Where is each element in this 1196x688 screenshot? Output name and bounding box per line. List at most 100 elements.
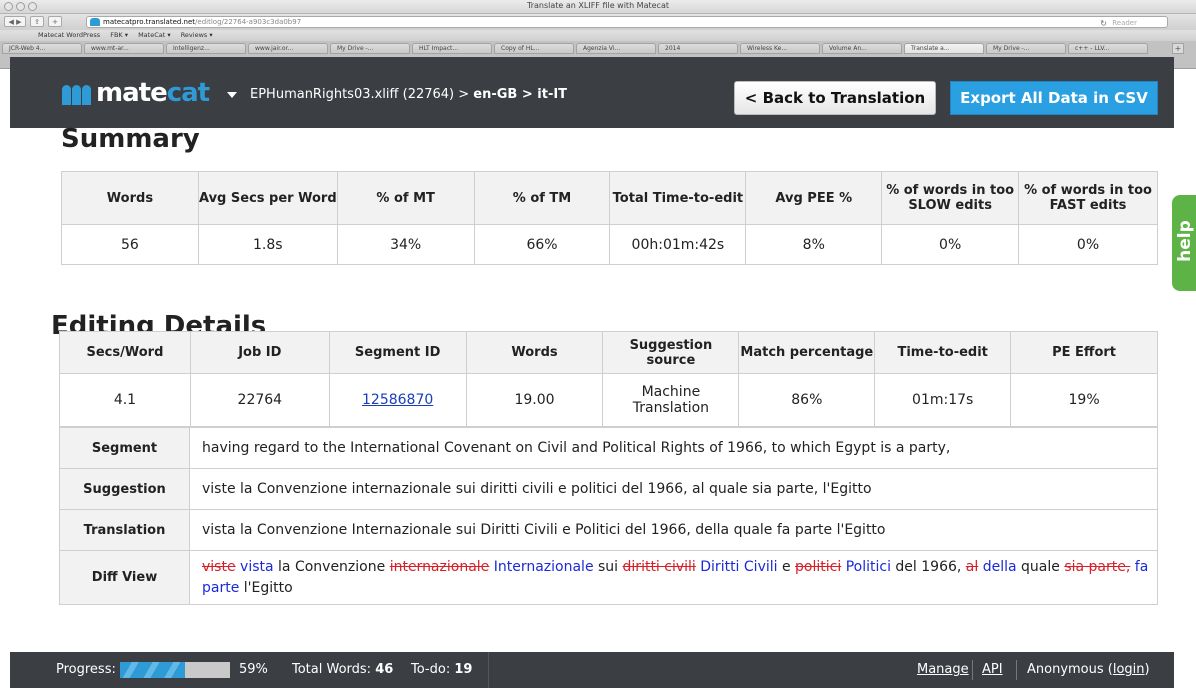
table-cell: 86% [738,373,876,427]
diff-view-label: Diff View [59,550,190,605]
todo-value: 19 [454,662,473,677]
table-header: Total Time-to-edit [609,171,747,225]
bookmark-item[interactable]: MateCat ▾ [138,31,171,39]
table-header: Words [465,331,604,374]
editing-details-table: Secs/Word Job ID Segment ID Words Sugges… [59,331,1158,427]
add-bookmark-icon[interactable]: + [48,16,62,27]
details-value-row: 4.1 22764 12586870 19.00 Machine Transla… [59,373,1158,427]
new-tab-button[interactable]: + [1172,43,1184,54]
progress-bar [120,662,230,678]
back-to-translation-button[interactable]: < Back to Translation [734,81,936,115]
table-cell: 66% [473,224,611,265]
table-cell: 4.1 [59,373,191,427]
diff-unchanged-text: quale [1016,558,1065,575]
browser-tab[interactable]: 2014 [658,43,738,54]
progress-bar-fill [120,662,185,678]
matecat-logo[interactable]: matecat [96,78,210,108]
table-header: Secs/Word [59,331,191,374]
progress-label: Progress: [56,662,116,677]
details-header-row: Secs/Word Job ID Segment ID Words Sugges… [59,331,1158,374]
table-header: PE Effort [1010,331,1158,374]
share-icon[interactable]: ⇪ [30,16,44,27]
diff-unchanged-text: del 1966, [890,558,966,575]
reload-icon[interactable]: ↻ [1100,18,1107,29]
window-titlebar: Translate an XLIFF file with Matecat [0,0,1196,14]
diff-unchanged-text: e [777,558,796,575]
table-header: Match percentage [738,331,876,374]
table-cell: 0% [881,224,1020,265]
url-path: /editlog/22764-a903c3da0b97 [195,18,302,26]
table-cell: Machine Translation [602,373,740,427]
table-cell: 19% [1010,373,1158,427]
suggestion-text: viste la Convenzione internazionale sui … [189,468,1158,510]
table-cell: 56 [61,224,199,265]
help-tab[interactable]: help [1172,195,1196,291]
browser-tab[interactable]: Copy of HL... [494,43,574,54]
api-link[interactable]: API [982,662,1003,677]
browser-tab[interactable]: Wireless Ke... [740,43,820,54]
table-header: Words [61,171,199,225]
browser-tab[interactable]: JCR-Web 4... [2,43,82,54]
matecat-logo-icon[interactable] [62,83,92,105]
table-cell: 1.8s [197,224,338,265]
diff-unchanged-text: l'Egitto [239,579,293,596]
browser-tab[interactable]: HLT Impact... [412,43,492,54]
table-header: % of TM [473,171,611,225]
table-cell: 34% [336,224,475,265]
browser-tab[interactable]: Intelligenz... [166,43,246,54]
diff-deleted-text: diritti civili [622,558,696,575]
logo-text-mate: mate [96,78,168,108]
browser-tab[interactable]: www.jair.or... [248,43,328,54]
suggestion-row: Suggestion viste la Convenzione internaz… [59,468,1158,510]
export-csv-button[interactable]: Export All Data in CSV [950,81,1158,115]
table-cell: 00h:01m:42s [609,224,747,265]
diff-deleted-text: internazionale [389,558,490,575]
diff-inserted-text: Diritti Civili [700,558,778,575]
browser-tab-active[interactable]: Translate a... [904,43,984,54]
bookmark-item[interactable]: Reviews ▾ [181,31,213,39]
api-link-wrap: API [982,662,1003,677]
manage-link-wrap: Manage [917,662,969,677]
reader-button[interactable]: Reader [1112,18,1137,29]
bookmark-item[interactable]: FBK ▾ [110,31,128,39]
table-cell: 8% [745,224,883,265]
browser-tab[interactable]: www.mt-ar... [84,43,164,54]
total-words: Total Words: 46 [292,662,393,677]
segment-label: Segment [59,427,190,469]
translation-label: Translation [59,509,190,551]
browser-tab[interactable]: c++ - LLV... [1068,43,1148,54]
browser-tab[interactable]: Volume An... [822,43,902,54]
diff-deleted-text: politici [795,558,842,575]
browser-tab[interactable]: My Drive -... [330,43,410,54]
footer-pipe [1016,660,1017,680]
segment-id-link[interactable]: 12586870 [362,392,433,408]
table-cell: 01m:17s [874,373,1012,427]
logo-text-cat: cat [166,78,210,108]
diff-view-row: Diff View viste vista la Convenzione int… [59,550,1158,605]
total-words-value: 46 [375,662,394,677]
manage-link[interactable]: Manage [917,662,969,677]
footer-pipe [972,660,973,680]
login-link[interactable]: login [1113,662,1145,677]
table-header: Job ID [189,331,330,374]
browser-tab[interactable]: My Drive -... [986,43,1066,54]
table-cell: 0% [1018,224,1158,265]
bookmark-item[interactable]: Matecat WordPress [38,31,100,39]
browser-tab[interactable]: Agenzia Vi... [576,43,656,54]
table-header: Avg Secs per Word [197,171,338,225]
summary-value-row: 56 1.8s 34% 66% 00h:01m:42s 8% 0% 0% [61,224,1158,265]
site-favicon-icon [90,18,100,26]
user-close-paren: ) [1144,662,1150,677]
bookmarks-bar: Matecat WordPress FBK ▾ MateCat ▾ Review… [0,30,1196,41]
summary-table: Words Avg Secs per Word % of MT % of TM … [61,171,1158,265]
help-label: help [1175,220,1195,262]
diff-inserted-text: Internazionale [493,558,594,575]
back-forward-buttons[interactable]: ◀ ▶ [4,16,26,27]
translation-text: vista la Convenzione Internazionale sui … [189,509,1158,551]
table-header: Suggestion source [602,331,740,374]
diff-deleted-text: sia parte, [1064,558,1131,575]
user-status: Anonymous (login) [1027,662,1150,677]
matecat-header: matecat EPHumanRights03.xliff (22764) > … [10,57,1174,128]
url-field[interactable]: matecatpro.translated.net/editlog/22764-… [86,16,1168,28]
caret-down-icon[interactable] [227,92,237,98]
